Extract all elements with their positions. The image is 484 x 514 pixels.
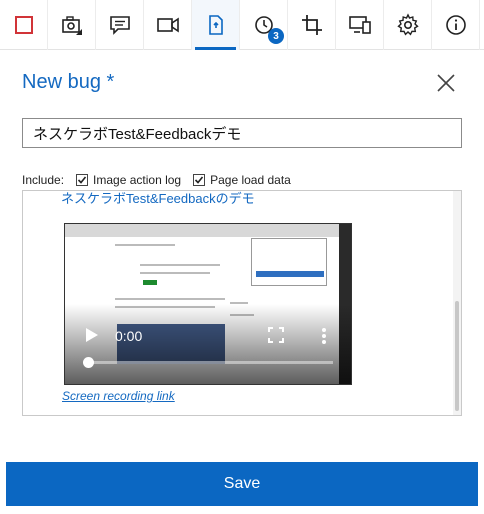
screen-recording-video[interactable]: 0:00 (64, 223, 352, 385)
note-button[interactable] (96, 0, 144, 50)
video-frame-line (115, 298, 225, 300)
info-icon (445, 15, 466, 35)
page-load-data-option[interactable]: Page load data (193, 173, 291, 187)
gear-icon (396, 13, 419, 36)
preview-heading: ネスケラボTest&Feedbackのデモ (61, 191, 255, 206)
bug-button[interactable] (192, 0, 240, 50)
video-frame-line (140, 264, 220, 266)
include-label: Include: (22, 173, 65, 187)
note-icon (109, 16, 130, 35)
screenshot-button[interactable] (48, 0, 96, 50)
timeline-count-badge: 3 (268, 28, 284, 44)
scrollbar-thumb[interactable] (455, 301, 459, 411)
bug-title-input[interactable] (22, 118, 462, 148)
close-button[interactable] (435, 72, 457, 94)
fullscreen-icon[interactable] (268, 327, 284, 343)
video-camera-icon (156, 17, 179, 33)
video-frame-popup (251, 238, 327, 286)
preview-scrollbar[interactable] (453, 191, 461, 415)
save-button[interactable]: Save (6, 462, 478, 506)
image-action-log-checkbox[interactable] (76, 174, 89, 186)
video-controls-overlay (65, 304, 351, 384)
bottom-edge (0, 508, 484, 514)
checkmark-icon (77, 176, 87, 184)
video-frame-line (115, 244, 175, 246)
checkmark-icon (195, 176, 204, 184)
stop-button[interactable] (0, 0, 48, 50)
image-action-log-option[interactable]: Image action log (76, 173, 181, 187)
video-progress-track[interactable] (87, 361, 333, 364)
video-progress-handle[interactable] (83, 357, 94, 368)
video-frame-line (140, 272, 210, 274)
devices-button[interactable] (336, 0, 384, 50)
toolbar (0, 0, 484, 50)
device-icon (348, 16, 371, 34)
page-load-data-label: Page load data (210, 173, 291, 187)
play-icon[interactable] (85, 327, 99, 343)
crop-icon (301, 15, 322, 35)
form-title: New bug * (22, 71, 115, 93)
include-options: Include: Image action log Page load data (22, 171, 291, 189)
bug-preview[interactable]: ネスケラボTest&Feedbackのデモ 0:00 Screen record… (22, 190, 462, 416)
screen-recording-link[interactable]: Screen recording link (62, 389, 175, 403)
settings-button[interactable] (384, 0, 432, 50)
close-icon (437, 74, 455, 92)
image-action-log-label: Image action log (93, 173, 182, 187)
page-load-data-checkbox[interactable] (193, 174, 206, 186)
video-time: 0:00 (115, 328, 143, 344)
video-button[interactable] (144, 0, 192, 50)
more-options-icon[interactable] (321, 327, 327, 345)
bug-panel: 3 New bug * Include: Image action log Pa… (0, 0, 484, 514)
bug-report-icon (208, 15, 223, 35)
video-frame-button (143, 280, 157, 285)
video-frame-browser-bar (65, 224, 351, 237)
info-button[interactable] (432, 0, 480, 50)
timeline-button[interactable] (240, 0, 288, 50)
crop-button[interactable] (288, 0, 336, 50)
stop-square-icon (14, 16, 33, 34)
camera-capture-icon (61, 16, 82, 35)
